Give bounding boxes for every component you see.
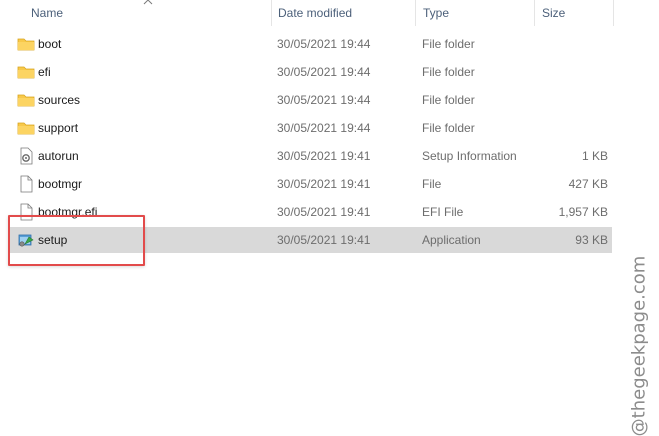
file-name: autorun	[38, 149, 79, 163]
column-header-size[interactable]: Size	[542, 0, 565, 26]
file-size: 93 KB	[575, 233, 608, 247]
sort-ascending-icon[interactable]	[142, 0, 154, 6]
file-name: boot	[38, 37, 62, 51]
column-divider[interactable]	[271, 0, 272, 26]
file-type: File folder	[422, 65, 475, 79]
file-date-modified: 30/05/2021 19:44	[277, 93, 371, 107]
file-name: support	[38, 121, 79, 135]
file-name: efi	[38, 65, 51, 79]
folder-icon	[17, 66, 35, 79]
column-header-date-modified[interactable]: Date modified	[278, 0, 352, 26]
file-row[interactable]: autorun 30/05/2021 19:41 Setup Informati…	[10, 143, 612, 169]
file-type: Application	[422, 233, 481, 247]
file-name: bootmgr	[38, 177, 83, 191]
file-date-modified: 30/05/2021 19:44	[277, 37, 371, 51]
file-type: EFI File	[422, 205, 464, 219]
column-divider[interactable]	[415, 0, 416, 26]
file-row[interactable]: support 30/05/2021 19:44 File folder	[10, 115, 612, 141]
file-row[interactable]: efi 30/05/2021 19:44 File folder	[10, 59, 612, 85]
column-header-name[interactable]: Name	[31, 0, 63, 26]
file-size: 1,957 KB	[558, 205, 608, 219]
column-divider[interactable]	[534, 0, 535, 26]
file-date-modified: 30/05/2021 19:41	[277, 205, 371, 219]
column-header-bar: Name Date modified Type Size	[0, 0, 659, 26]
watermark: @thegeekpage.com	[626, 255, 652, 436]
annotation-highlight-box	[8, 215, 145, 266]
file-row[interactable]: bootmgr 30/05/2021 19:41 File 427 KB	[10, 171, 612, 197]
watermark-text: @thegeekpage.com	[628, 255, 650, 436]
folder-icon	[17, 122, 35, 135]
file-name: sources	[38, 93, 81, 107]
file-icon	[20, 175, 33, 193]
column-header-type[interactable]: Type	[423, 0, 449, 26]
file-date-modified: 30/05/2021 19:44	[277, 65, 371, 79]
folder-icon	[17, 38, 35, 51]
column-divider[interactable]	[613, 0, 614, 26]
file-type: File folder	[422, 37, 475, 51]
file-size: 427 KB	[568, 177, 608, 191]
file-date-modified: 30/05/2021 19:41	[277, 177, 371, 191]
file-type: File folder	[422, 121, 475, 135]
file-date-modified: 30/05/2021 19:44	[277, 121, 371, 135]
file-row[interactable]: sources 30/05/2021 19:44 File folder	[10, 87, 612, 113]
folder-icon	[17, 94, 35, 107]
file-date-modified: 30/05/2021 19:41	[277, 149, 371, 163]
file-type: Setup Information	[422, 149, 517, 163]
setup-info-file-icon	[20, 147, 33, 165]
file-row[interactable]: boot 30/05/2021 19:44 File folder	[10, 31, 612, 57]
file-type: File folder	[422, 93, 475, 107]
file-type: File	[422, 177, 442, 191]
file-size: 1 KB	[581, 149, 608, 163]
file-date-modified: 30/05/2021 19:41	[277, 233, 371, 247]
